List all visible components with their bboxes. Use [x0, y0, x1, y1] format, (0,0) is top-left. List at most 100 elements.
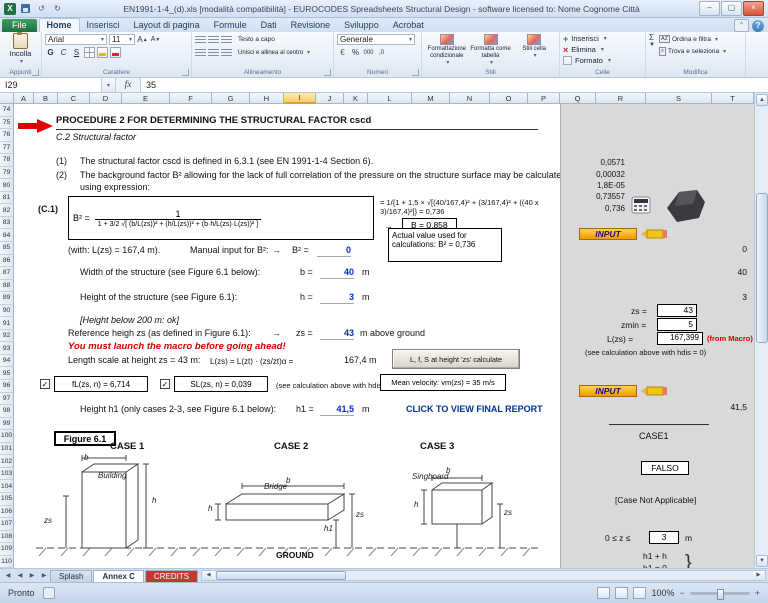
minimize-button[interactable]: – [699, 1, 720, 16]
row-header[interactable]: 80 [0, 179, 14, 192]
column-header[interactable]: S [646, 93, 712, 104]
column-header[interactable]: G [212, 93, 250, 104]
row-header[interactable]: 94 [0, 355, 14, 368]
scroll-up-icon[interactable]: ▲ [756, 94, 768, 106]
zs-input-cell[interactable]: 43 [320, 328, 354, 340]
column-header[interactable]: O [490, 93, 528, 104]
column-header[interactable]: C [58, 93, 90, 104]
row-header[interactable]: 91 [0, 317, 14, 330]
select-all-corner[interactable] [0, 93, 14, 104]
align-left-icon[interactable] [195, 49, 206, 57]
sheet-tab[interactable]: Annex C [93, 570, 143, 582]
font-name-select[interactable]: Arial▾ [45, 34, 107, 45]
scroll-right-icon[interactable]: ▶ [753, 571, 764, 580]
autosum-icon[interactable]: Σ [649, 33, 655, 42]
page-break-view-icon[interactable] [633, 587, 646, 599]
column-header[interactable]: D [90, 93, 122, 104]
ribbon-tab[interactable]: Inserisci [80, 19, 127, 32]
zoom-in-icon[interactable]: + [755, 588, 760, 598]
row-header[interactable]: 110 [0, 556, 14, 569]
row-header[interactable]: 75 [0, 117, 14, 130]
ribbon-tab[interactable]: Dati [254, 19, 284, 32]
shrink-font-button[interactable]: A▼ [150, 34, 161, 45]
next-sheet-icon[interactable]: ▶ [26, 570, 38, 582]
align-center-icon[interactable] [208, 49, 219, 57]
decimal-icon[interactable]: ,0 [376, 47, 387, 58]
format-as-table-button[interactable]: Formatta come tabella▾ [469, 33, 513, 67]
underline-button[interactable]: S [71, 47, 82, 58]
sheet-tab[interactable]: CREDITS [145, 570, 198, 582]
b-input-cell[interactable]: 40 [320, 267, 354, 279]
row-header[interactable]: 84 [0, 229, 14, 242]
horizontal-scroll-thumb[interactable] [216, 571, 346, 580]
ribbon-tab[interactable]: Revisione [284, 19, 338, 32]
fl-checkbox[interactable]: ✓ [40, 379, 50, 389]
sheet-tab[interactable]: Splash [50, 570, 92, 582]
name-box-dropdown[interactable]: ▾ [102, 78, 116, 92]
row-header[interactable]: 106 [0, 506, 14, 519]
column-header[interactable]: R [596, 93, 646, 104]
undo-icon[interactable]: ↺ [35, 3, 48, 15]
zoom-slider[interactable] [690, 592, 750, 595]
column-header[interactable]: L [368, 93, 412, 104]
column-header[interactable]: J [316, 93, 344, 104]
currency-icon[interactable]: € [337, 47, 348, 58]
row-header[interactable]: 104 [0, 480, 14, 493]
scroll-left-icon[interactable]: ◀ [203, 571, 214, 580]
row-header[interactable]: 86 [0, 255, 14, 268]
row-header[interactable]: 97 [0, 393, 14, 406]
zoom-slider-thumb[interactable] [717, 589, 724, 600]
cell-styles-button[interactable]: Stili cella▾ [512, 33, 556, 60]
column-header[interactable]: I [284, 93, 316, 104]
row-header[interactable]: 79 [0, 167, 14, 180]
borders-icon[interactable] [84, 47, 95, 58]
scroll-down-icon[interactable]: ▼ [756, 555, 768, 567]
redo-icon[interactable]: ↻ [51, 3, 64, 15]
column-header[interactable]: F [170, 93, 212, 104]
vertical-scrollbar[interactable]: ▲ ▼ [754, 93, 768, 568]
row-header[interactable]: 74 [0, 104, 14, 117]
calculate-macro-button[interactable]: L, f, S at height 'zs' calculate [392, 349, 520, 369]
paste-button[interactable]: Incolla ▾ [3, 33, 38, 65]
percent-icon[interactable]: % [350, 47, 361, 58]
delete-cells-button[interactable]: ×Elimina▾ [563, 44, 642, 55]
ribbon-tab[interactable]: Home [39, 18, 80, 32]
column-header[interactable]: K [344, 93, 368, 104]
column-header[interactable]: A [14, 93, 34, 104]
column-header[interactable]: H [250, 93, 284, 104]
ribbon-tab[interactable]: Layout di pagina [127, 19, 207, 32]
insert-cells-button[interactable]: +Inserisci▾ [563, 33, 642, 44]
sort-filter-button[interactable]: AZOrdina e filtra▾ [659, 33, 726, 45]
row-header[interactable]: 109 [0, 543, 14, 556]
first-sheet-icon[interactable]: ◀ [2, 570, 14, 582]
find-select-button[interactable]: ⌕Trova e seleziona▾ [659, 45, 726, 57]
dialog-launcher[interactable] [324, 69, 331, 76]
zoom-level[interactable]: 100% [651, 588, 674, 598]
formula-input[interactable]: 35 [141, 78, 768, 92]
column-header[interactable]: E [122, 93, 170, 104]
column-header[interactable]: N [450, 93, 490, 104]
ribbon-tab[interactable]: Sviluppo [337, 19, 386, 32]
align-bottom-icon[interactable] [221, 36, 232, 44]
row-header[interactable]: 98 [0, 405, 14, 418]
number-format-select[interactable]: Generale▾ [337, 34, 415, 45]
bold-button[interactable]: G [45, 47, 56, 58]
maximize-button[interactable]: ▢ [721, 1, 742, 16]
excel-app-icon[interactable]: X [4, 3, 16, 15]
horizontal-scrollbar[interactable]: ◀ ▶ [201, 570, 766, 581]
page-layout-view-icon[interactable] [615, 587, 628, 599]
row-header[interactable]: 99 [0, 418, 14, 431]
row-header[interactable]: 107 [0, 518, 14, 531]
dialog-launcher[interactable] [412, 69, 419, 76]
dialog-launcher[interactable] [182, 69, 189, 76]
b2-input-cell[interactable]: 0 [317, 245, 351, 257]
row-header[interactable]: 103 [0, 468, 14, 481]
h1-input-cell[interactable]: 41,5 [320, 404, 354, 416]
column-header[interactable]: M [412, 93, 450, 104]
wrap-text-button[interactable]: Testo a capo [238, 36, 275, 43]
row-header[interactable]: 87 [0, 267, 14, 280]
row-header[interactable]: 89 [0, 292, 14, 305]
merge-center-button[interactable]: Unisci e allinea al centro [238, 50, 303, 56]
row-header[interactable]: 82 [0, 204, 14, 217]
conditional-formatting-button[interactable]: Formattazione condizionale▾ [425, 33, 469, 67]
